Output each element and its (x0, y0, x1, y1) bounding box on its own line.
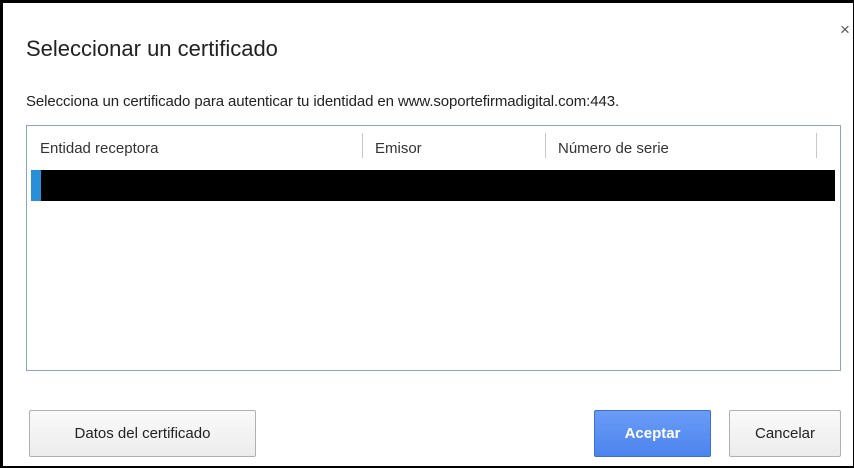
column-header-numero-de-serie[interactable]: Número de serie (558, 140, 669, 157)
dialog-title: Seleccionar un certificado (26, 36, 278, 61)
column-header-entidad-receptora[interactable]: Entidad receptora (40, 140, 158, 157)
column-separator[interactable] (362, 133, 363, 158)
cancel-button[interactable]: Cancelar (729, 410, 841, 457)
dialog-description: Selecciona un certificado para autentica… (26, 93, 620, 110)
table-row-selected[interactable] (31, 170, 835, 201)
certificate-details-button[interactable]: Datos del certificado (29, 410, 256, 457)
certificate-dialog: × Seleccionar un certificado Selecciona … (0, 0, 854, 468)
column-separator[interactable] (816, 133, 817, 158)
column-header-emisor[interactable]: Emisor (375, 140, 422, 157)
table-header: Entidad receptora Emisor Número de serie (27, 126, 840, 168)
close-icon[interactable]: × (838, 21, 852, 38)
certificate-table[interactable]: Entidad receptora Emisor Número de serie (26, 125, 841, 371)
accept-button[interactable]: Aceptar (594, 410, 711, 457)
column-separator[interactable] (545, 133, 546, 158)
